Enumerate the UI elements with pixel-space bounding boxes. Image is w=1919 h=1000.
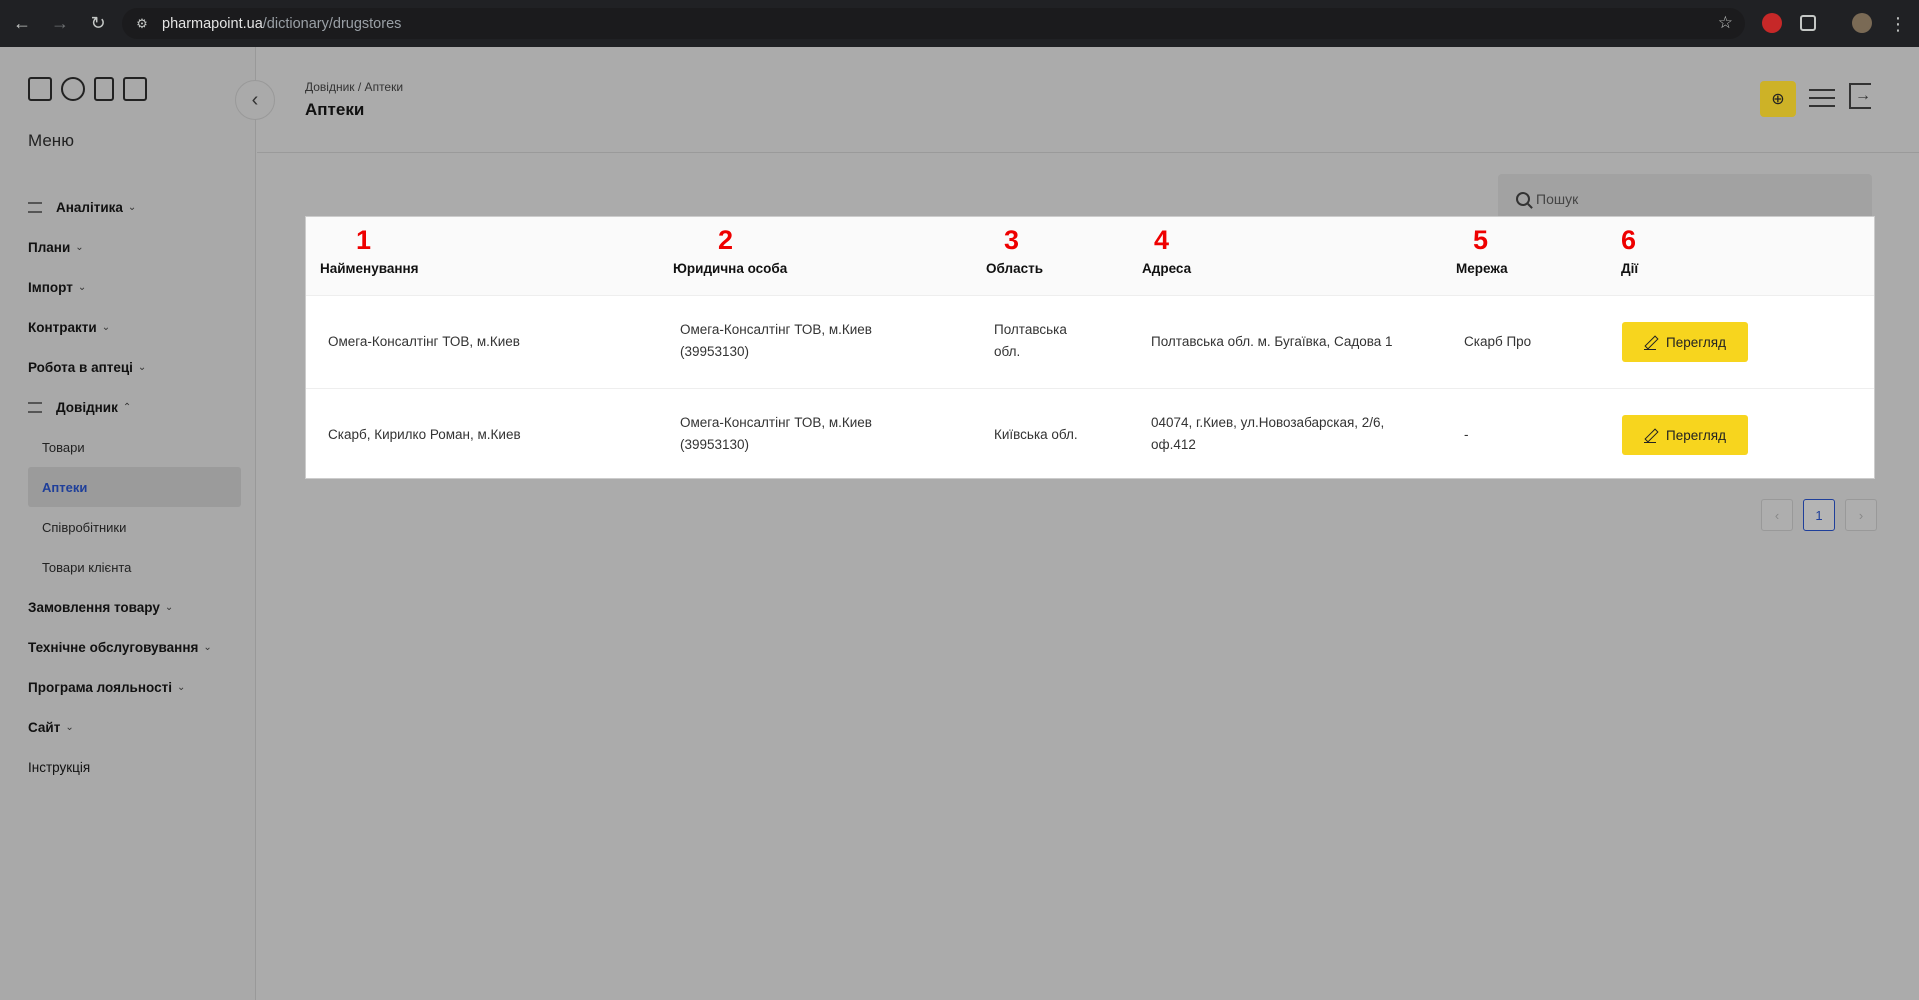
bookmark-star-icon[interactable]: ☆ — [1718, 13, 1733, 33]
pagination: ‹ 1 › — [1761, 499, 1877, 531]
sidebar-item-analytics[interactable]: Аналітика ⌄ — [28, 187, 243, 227]
sidebar-top-icons — [28, 77, 147, 101]
sidebar-item-plans[interactable]: Плани ⌄ — [28, 227, 243, 267]
cell-network: - — [1464, 427, 1469, 442]
sidebar-subitem-goods[interactable]: Товари — [28, 427, 243, 467]
column-header-legal-entity[interactable]: Юридична особа — [673, 261, 787, 276]
page-title: Аптеки — [305, 100, 365, 119]
page-button[interactable]: 1 — [1803, 499, 1835, 531]
profile-avatar[interactable] — [1852, 13, 1872, 33]
sidebar-item-instructions[interactable]: Інструкція — [28, 747, 243, 787]
column-number-3: 3 — [1004, 225, 1020, 255]
cell-address: 04074, г.Киев, ул.Новозабарская, 2/6, оф… — [1151, 412, 1384, 456]
chevron-down-icon: ⌄ — [65, 721, 74, 733]
chevron-down-icon: ⌄ — [101, 321, 111, 333]
url-text[interactable]: pharmapoint.ua/dictionary/drugstores — [162, 16, 401, 32]
logout-icon[interactable]: → — [1849, 83, 1871, 109]
cell-region: Київська обл. — [994, 427, 1078, 442]
search-icon — [1516, 192, 1530, 206]
table-row: Омега-Консалтінг ТОВ, м.Киев Омега-Конса… — [306, 296, 1874, 389]
sidebar-item-pharmacy-work[interactable]: Робота в аптеці ⌄ — [28, 347, 243, 387]
globe-icon: ⊕ — [1771, 91, 1785, 108]
cell-region-line2: обл. — [994, 344, 1021, 359]
sidebar-item-site[interactable]: Сайт ⌄ — [28, 707, 243, 747]
extensions-puzzle-icon[interactable] — [1800, 15, 1816, 31]
back-icon[interactable]: ← — [10, 12, 34, 36]
pencil-icon — [1644, 429, 1657, 443]
cell-legal-entity-line1: Омега-Консалтінг ТОВ, м.Киев — [680, 322, 872, 337]
language-button[interactable]: ⊕ — [1760, 81, 1796, 117]
page-header: Довідник / Аптеки Аптеки ⊕ → — [257, 47, 1919, 153]
table-header: 1 2 3 4 5 6 Найменування Юридична особа … — [306, 217, 1874, 296]
cell-legal-entity-line1: Омега-Консалтінг ТОВ, м.Киев — [680, 415, 872, 430]
reload-icon[interactable]: ↻ — [86, 12, 110, 36]
sidebar-item-loyalty[interactable]: Програма лояльності ⌄ — [28, 667, 243, 707]
cell-name: Омега-Консалтінг ТОВ, м.Киев — [328, 334, 520, 349]
pharmacies-table: 1 2 3 4 5 6 Найменування Юридична особа … — [306, 217, 1874, 478]
forward-icon[interactable]: → — [48, 12, 72, 36]
browser-menu-icon[interactable]: ⋮ — [1886, 12, 1910, 36]
view-button[interactable]: Перегляд — [1622, 322, 1748, 362]
cell-legal-entity-line2: (39953130) — [680, 437, 750, 452]
sidebar-subitem-pharmacies[interactable]: Аптеки — [28, 467, 241, 507]
sidebar: Меню Аналітика ⌄ Плани ⌄ Імпорт ⌄ Контра… — [0, 47, 256, 1000]
pencil-icon — [1644, 336, 1657, 350]
cell-address-line1: 04074, г.Киев, ул.Новозабарская, 2/6, — [1151, 415, 1385, 430]
column-header-name[interactable]: Найменування — [320, 261, 419, 276]
browser-toolbar: ← → ↻ ⚙ pharmapoint.ua/dictionary/drugst… — [0, 0, 1919, 47]
cell-network: Скарб Про — [1464, 334, 1532, 349]
sidebar-menu: Аналітика ⌄ Плани ⌄ Імпорт ⌄ Контракти ⌄… — [28, 187, 243, 787]
extension-icon[interactable] — [1762, 13, 1782, 33]
column-number-4: 4 — [1154, 225, 1170, 255]
archive-icon[interactable] — [28, 77, 52, 101]
menu-icon[interactable] — [1809, 89, 1835, 107]
column-header-network[interactable]: Мережа — [1456, 261, 1508, 276]
column-number-5: 5 — [1473, 225, 1489, 255]
table-row: Скарб, Кирилко Роман, м.Киев Омега-Конса… — [306, 389, 1874, 482]
column-number-2: 2 — [718, 225, 734, 255]
sidebar-item-contracts[interactable]: Контракти ⌄ — [28, 307, 243, 347]
cell-region-line1: Полтавська — [994, 322, 1067, 337]
cell-address: Полтавська обл. м. Бугаївка, Садова 1 — [1151, 334, 1393, 349]
column-number-6: 6 — [1621, 225, 1637, 255]
menu-title: Меню — [28, 131, 74, 150]
chevron-down-icon: ⌄ — [176, 681, 186, 693]
chevron-down-icon: ⌄ — [77, 281, 87, 293]
chevron-down-icon: ⌄ — [164, 601, 174, 613]
chevron-up-icon: ⌃ — [122, 401, 132, 413]
cell-legal-entity: Омега-Консалтінг ТОВ, м.Киев (39953130) — [680, 412, 872, 456]
column-number-1: 1 — [356, 225, 372, 255]
cell-legal-entity-line2: (39953130) — [680, 344, 750, 359]
cell-region: Полтавська обл. — [994, 319, 1067, 363]
chevron-down-icon: ⌄ — [75, 241, 84, 253]
site-info-icon[interactable]: ⚙ — [132, 14, 152, 34]
prev-page-button[interactable]: ‹ — [1761, 499, 1793, 531]
document-icon[interactable] — [94, 77, 114, 101]
column-header-region[interactable]: Область — [986, 261, 1043, 276]
sidebar-item-orders[interactable]: Замовлення товару ⌄ — [28, 587, 243, 627]
chart-pie-icon[interactable] — [61, 77, 85, 101]
list-icon — [28, 401, 42, 413]
chevron-down-icon: ⌄ — [137, 361, 147, 373]
sidebar-subitem-employees[interactable]: Співробітники — [28, 507, 243, 547]
sidebar-subitem-client-goods[interactable]: Товари клієнта — [28, 547, 243, 587]
next-page-button[interactable]: › — [1845, 499, 1877, 531]
search-input[interactable] — [1536, 191, 1836, 207]
sidebar-item-directory[interactable]: Довідник ⌃ — [28, 387, 243, 427]
grid-icon — [28, 201, 42, 213]
chevron-down-icon: ⌄ — [203, 641, 212, 653]
book-icon[interactable] — [123, 77, 147, 101]
cell-legal-entity: Омега-Консалтінг ТОВ, м.Киев (39953130) — [680, 319, 872, 363]
sidebar-item-maintenance[interactable]: Технічне обслуговування ⌄ — [28, 627, 243, 667]
view-button[interactable]: Перегляд — [1622, 415, 1748, 455]
address-bar[interactable]: ⚙ pharmapoint.ua/dictionary/drugstores ☆ — [122, 8, 1745, 39]
breadcrumb: Довідник / Аптеки — [305, 80, 404, 94]
cell-address-line2: оф.412 — [1151, 437, 1196, 452]
column-header-actions: Дії — [1621, 261, 1639, 276]
sidebar-item-import[interactable]: Імпорт ⌄ — [28, 267, 243, 307]
cell-name: Скарб, Кирилко Роман, м.Киев — [328, 427, 521, 442]
chevron-down-icon: ⌄ — [127, 201, 137, 213]
column-header-address[interactable]: Адреса — [1142, 261, 1191, 276]
